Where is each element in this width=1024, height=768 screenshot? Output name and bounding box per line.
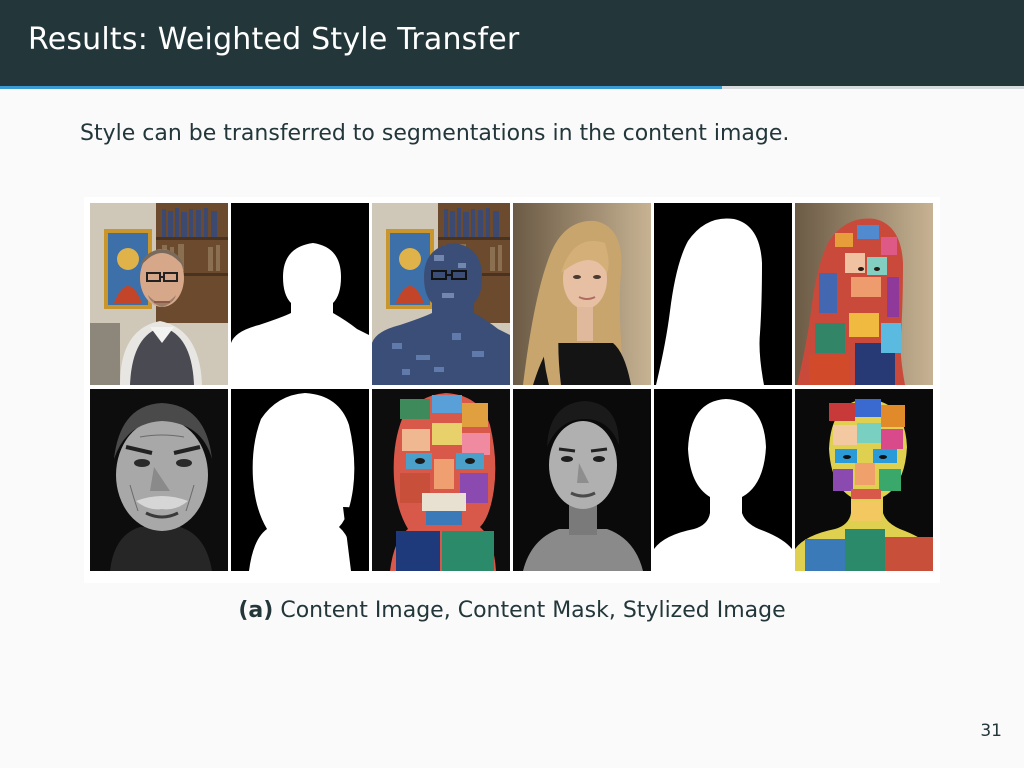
content-mask-man bbox=[231, 203, 369, 385]
content-image-man-glasses bbox=[90, 203, 228, 385]
stylized-image-man-glasses bbox=[372, 203, 510, 385]
caption-text: Content Image, Content Mask, Stylized Im… bbox=[280, 598, 786, 623]
slide-title: Results: Weighted Style Transfer bbox=[28, 22, 520, 57]
content-image-young-man bbox=[513, 389, 651, 571]
caption-label: (a) bbox=[238, 598, 274, 623]
content-image-older-man bbox=[90, 389, 228, 571]
page-number: 31 bbox=[980, 721, 1002, 741]
content-mask-older-man bbox=[231, 389, 369, 571]
content-mask-woman bbox=[654, 203, 792, 385]
stylized-image-woman bbox=[795, 203, 933, 385]
title-bar: Results: Weighted Style Transfer bbox=[0, 0, 1024, 86]
stylized-image-older-man bbox=[372, 389, 510, 571]
figure-caption: (a) Content Image, Content Mask, Stylize… bbox=[0, 598, 1024, 623]
content-image-woman-blonde bbox=[513, 203, 651, 385]
slide-subtitle: Style can be transferred to segmentation… bbox=[80, 121, 790, 146]
progress-bar bbox=[0, 86, 1024, 89]
content-mask-young-man bbox=[654, 389, 792, 571]
results-figure bbox=[84, 197, 940, 583]
progress-bar-fill bbox=[0, 86, 722, 89]
stylized-image-young-man bbox=[795, 389, 933, 571]
image-grid bbox=[90, 203, 933, 571]
